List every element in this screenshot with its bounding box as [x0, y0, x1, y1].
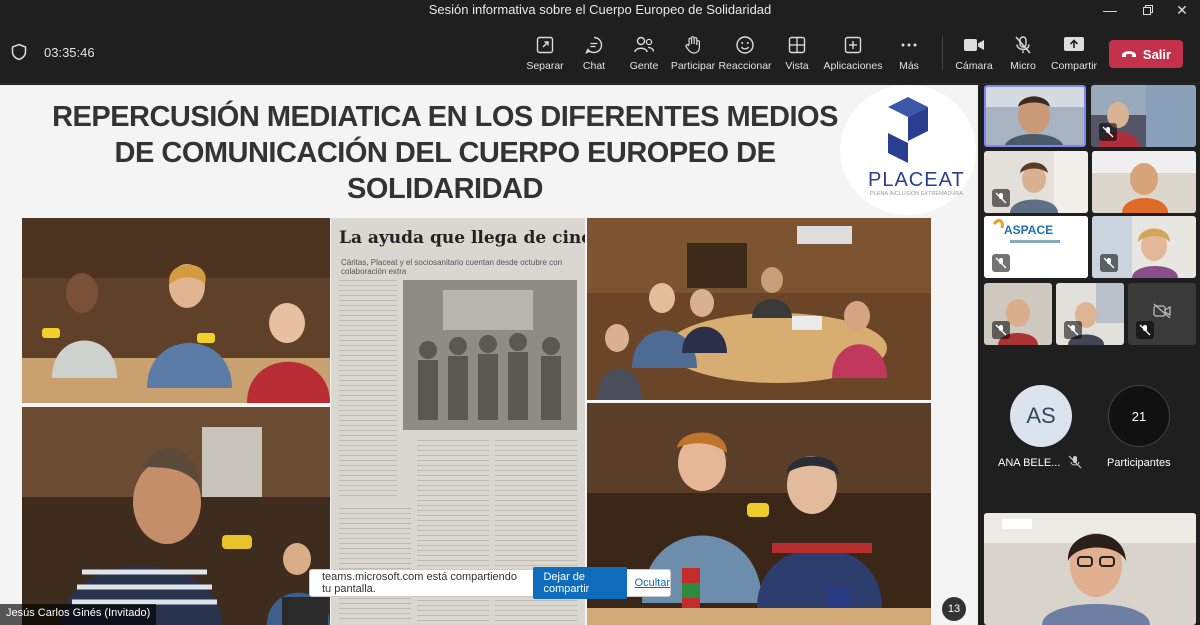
radio-photo-3: [587, 218, 931, 400]
leave-label: Salir: [1142, 46, 1172, 62]
radio-photo-1: [22, 218, 330, 403]
participant-avatar-name: ANA BELE...: [998, 457, 1061, 469]
mic-off-icon: [1100, 254, 1118, 272]
presenter-name-label: Jesús Carlos Ginés (Invitado): [0, 604, 157, 625]
meeting-toolbar: 03:35:46 Separar Chat Gente Participar R…: [0, 20, 1200, 84]
mic-off-icon: [992, 321, 1010, 339]
share-icon: [1063, 34, 1085, 56]
participants-count-label: Participantes: [1107, 457, 1171, 469]
more-button[interactable]: Más: [879, 34, 939, 78]
participant-video-tile[interactable]: [1091, 85, 1196, 147]
apps-label: Aplicaciones: [823, 60, 883, 72]
mic-off-icon: [1136, 321, 1154, 339]
camera-off-icon: [1152, 301, 1172, 321]
press-headline: La ayuda que llega de cinco países: [339, 228, 585, 248]
press-column-text: [339, 280, 397, 500]
radio-photo-2: [22, 407, 330, 625]
participants-count-button[interactable]: 21: [1108, 385, 1170, 447]
self-view-tile[interactable]: [984, 513, 1196, 625]
hang-up-icon: [1121, 51, 1136, 57]
grid-view-icon: [786, 34, 808, 56]
toolbar-divider: [942, 36, 943, 70]
meeting-timer: 03:35:46: [44, 45, 95, 60]
raise-hand-button[interactable]: Participar: [663, 34, 723, 78]
shared-screen: REPERCUSIÓN MEDIATICA EN LOS DIFERENTES …: [0, 85, 978, 625]
camera-label: Cámara: [955, 60, 993, 72]
window-title: Sesión informativa sobre el Cuerpo Europ…: [428, 2, 772, 17]
chat-label: Chat: [582, 60, 606, 72]
people-icon: [633, 34, 655, 56]
mic-off-icon: [1012, 34, 1034, 56]
mic-label: Micro: [1010, 60, 1036, 72]
participant-video-tile[interactable]: [984, 283, 1052, 345]
raise-hand-label: Participar: [670, 60, 716, 72]
chat-icon: [583, 34, 605, 56]
press-column-text: [339, 508, 411, 623]
more-label: Más: [899, 60, 919, 72]
mic-off-icon: [1064, 321, 1082, 339]
apps-icon: [842, 34, 864, 56]
participant-video-tile[interactable]: [1056, 283, 1124, 345]
view-label: Vista: [785, 60, 809, 72]
apps-button[interactable]: Aplicaciones: [823, 34, 883, 78]
press-photo: [403, 280, 577, 430]
react-button[interactable]: Reaccionar: [715, 34, 775, 78]
close-icon[interactable]: ✕: [1162, 0, 1200, 20]
hide-notice-link[interactable]: Ocultar: [635, 577, 670, 589]
participant-video-tile[interactable]: [984, 151, 1088, 213]
svg-text:ASPACE: ASPACE: [1004, 223, 1053, 237]
mic-off-icon: [992, 189, 1010, 207]
participant-avatar[interactable]: AS: [1010, 385, 1072, 447]
camera-icon: [963, 34, 985, 56]
share-notice-message: teams.microsoft.com está compartiendo tu…: [322, 571, 518, 595]
raise-hand-icon: [682, 34, 704, 56]
view-button[interactable]: Vista: [767, 34, 827, 78]
participant-video-tile[interactable]: [1092, 151, 1196, 213]
share-label: Compartir: [1050, 60, 1098, 72]
screen-share-notice: teams.microsoft.com está compartiendo tu…: [309, 567, 671, 599]
emoji-icon: [734, 34, 756, 56]
participant-video-tile[interactable]: ASPACE: [984, 216, 1088, 278]
mic-off-icon: [1068, 455, 1082, 469]
stop-sharing-button[interactable]: Dejar de compartir: [533, 567, 627, 599]
placeat-logo: PLACEAT PLENA INCLUSIÓN EXTREMADURA: [840, 85, 976, 215]
slide-page-number: 13: [942, 597, 966, 621]
pop-out-icon: [534, 34, 556, 56]
more-icon: [898, 34, 920, 56]
people-label: Gente: [629, 60, 659, 72]
window-title-bar: Sesión informativa sobre el Cuerpo Europ…: [0, 0, 1200, 20]
leave-button[interactable]: Salir: [1109, 40, 1183, 68]
mic-off-icon: [992, 254, 1010, 272]
press-subheadline: Cáritas, Placeat y el sociosanitario cue…: [341, 258, 563, 276]
participant-video-tile[interactable]: [984, 85, 1086, 147]
logo-text: PLACEAT: [868, 169, 965, 191]
slide-title: REPERCUSIÓN MEDIATICA EN LOS DIFERENTES …: [52, 101, 838, 205]
newspaper-clipping: La ayuda que llega de cinco países Cárit…: [331, 218, 585, 625]
react-label: Reaccionar: [718, 60, 772, 72]
share-button[interactable]: Compartir: [1044, 34, 1104, 78]
placeat-cube-icon: [888, 97, 928, 163]
shield-icon: [11, 43, 27, 61]
logo-subtext: PLENA INCLUSIÓN EXTREMADURA: [870, 191, 963, 197]
participant-video-tile[interactable]: [1092, 216, 1196, 278]
mic-off-icon: [1099, 123, 1117, 141]
pop-out-label: Separar: [526, 60, 564, 72]
participant-video-tile[interactable]: [1128, 283, 1196, 345]
minimize-icon[interactable]: —: [1090, 0, 1130, 20]
